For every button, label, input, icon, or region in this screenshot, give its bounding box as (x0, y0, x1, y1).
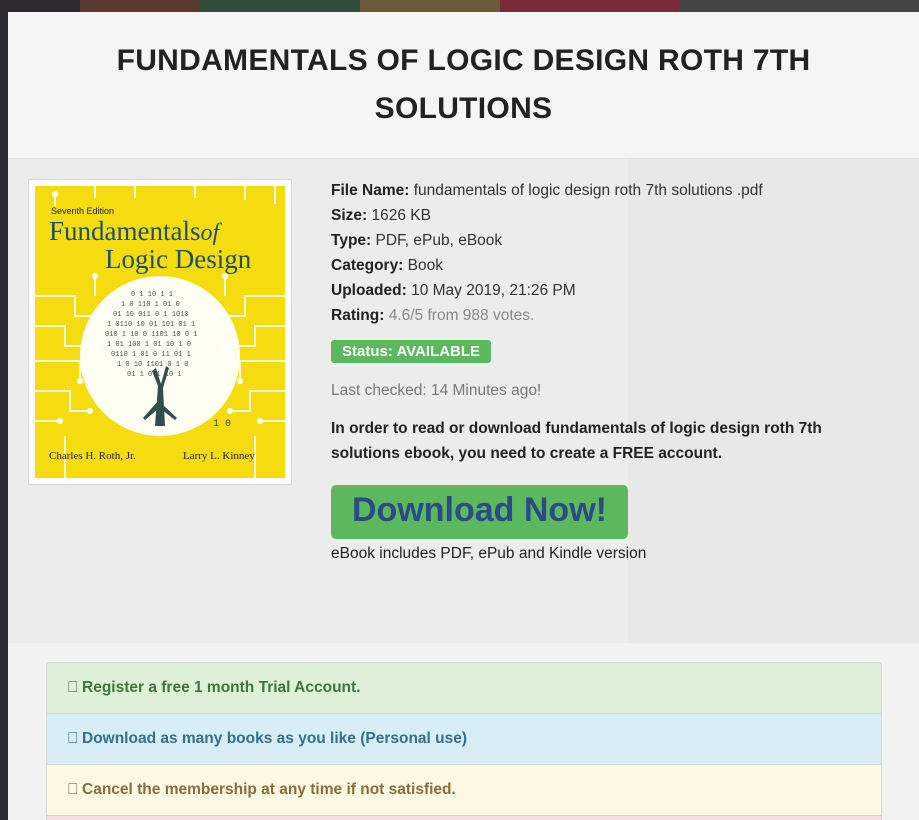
uploaded-row: Uploaded: 10 May 2019, 21:26 PM (331, 282, 576, 299)
formats-note: eBook includes PDF, ePub and Kindle vers… (331, 545, 647, 562)
svg-text:0110 1 01 0 11 01 1: 0110 1 01 0 11 01 1 (111, 351, 191, 359)
account-notice: In order to read or download fundamental… (331, 420, 822, 462)
file-info: File Name: fundamentals of logic design … (331, 181, 871, 563)
svg-text:01 10 011 0 1 1010: 01 10 011 0 1 1010 (113, 311, 189, 319)
file-name-row: File Name: fundamentals of logic design … (331, 182, 763, 199)
benefit-text: Register a free 1 month Trial Account. (82, 679, 361, 696)
download-now-button[interactable]: Download Now! (331, 485, 628, 539)
benefit-text: Download as many books as you like (Pers… (82, 730, 468, 747)
status-badge: Status: AVAILABLE (331, 340, 492, 363)
svg-text:1 0 110 1 01 0: 1 0 110 1 01 0 (121, 301, 180, 309)
page-header: FUNDAMENTALS OF LOGIC DESIGN ROTH 7TH SO… (8, 12, 919, 159)
book-details: 01 10 011 0 1 1010 1 0110 10 01 101 01 1… (8, 159, 919, 643)
rating-row: Rating: 4.6/5 from 988 votes. (331, 307, 535, 324)
check-icon:  (67, 714, 79, 764)
svg-text:1 01 100 1 01 10 1 0: 1 01 100 1 01 10 1 0 (107, 341, 191, 349)
cover-edition: Seventh Edition (51, 206, 115, 216)
cover-author-1: Charles H. Roth, Jr. (49, 450, 136, 462)
category-row: Category: Book (331, 257, 444, 274)
benefit-text: Cancel the membership at any time if not… (82, 781, 456, 798)
file-type-row: Type: PDF, ePub, eBook (331, 232, 503, 249)
file-name-value: fundamentals of logic design roth 7th so… (413, 182, 763, 199)
last-checked: Last checked: 14 Minutes ago! (331, 382, 542, 399)
file-size-row: Size: 1626 KB (331, 207, 431, 224)
category-value: Book (407, 257, 444, 274)
svg-text:01 1 0 1 10 1: 01 1 0 1 10 1 (127, 371, 182, 379)
rating-value: 4.6/5 from 988 votes. (388, 307, 535, 324)
svg-text:0 1 10 1 1: 0 1 10 1 1 (131, 291, 173, 299)
check-icon:  (67, 663, 79, 713)
book-cover: 01 10 011 0 1 1010 1 0110 10 01 101 01 1… (35, 186, 285, 478)
book-panel: FUNDAMENTALS OF LOGIC DESIGN ROTH 7TH SO… (8, 12, 919, 820)
cover-author-2: Larry L. Kinney (183, 450, 255, 462)
benefits-list: Register a free 1 month Trial Account. … (46, 662, 882, 820)
uploaded-value: 10 May 2019, 21:26 PM (411, 282, 576, 299)
svg-text:010 1 10 0 1101 10 0 1: 010 1 10 0 1101 10 0 1 (105, 331, 197, 339)
cover-title-line2: Logic Design (105, 244, 252, 274)
page-title: FUNDAMENTALS OF LOGIC DESIGN ROTH 7TH SO… (116, 44, 811, 125)
benefit-download: Download as many books as you like (Per… (47, 714, 881, 765)
file-type-value: PDF, ePub, eBook (375, 232, 503, 249)
benefit-partial (47, 816, 881, 820)
book-cover-frame: 01 10 011 0 1 1010 1 0110 10 01 101 01 1… (28, 179, 292, 485)
file-size-value: 1626 KB (371, 207, 431, 224)
svg-text:1 0 10 1101 0 1 0: 1 0 10 1101 0 1 0 (117, 361, 188, 369)
check-icon:  (67, 765, 79, 815)
svg-text:1 0: 1 0 (213, 419, 231, 430)
benefit-cancel: Cancel the membership at any time if no… (47, 765, 881, 816)
svg-text:1 0110 10 01 101 01 1: 1 0110 10 01 101 01 1 (107, 321, 195, 329)
benefit-trial: Register a free 1 month Trial Account. (47, 663, 881, 714)
cover-title-line1: Fundamentalsof (49, 216, 220, 246)
